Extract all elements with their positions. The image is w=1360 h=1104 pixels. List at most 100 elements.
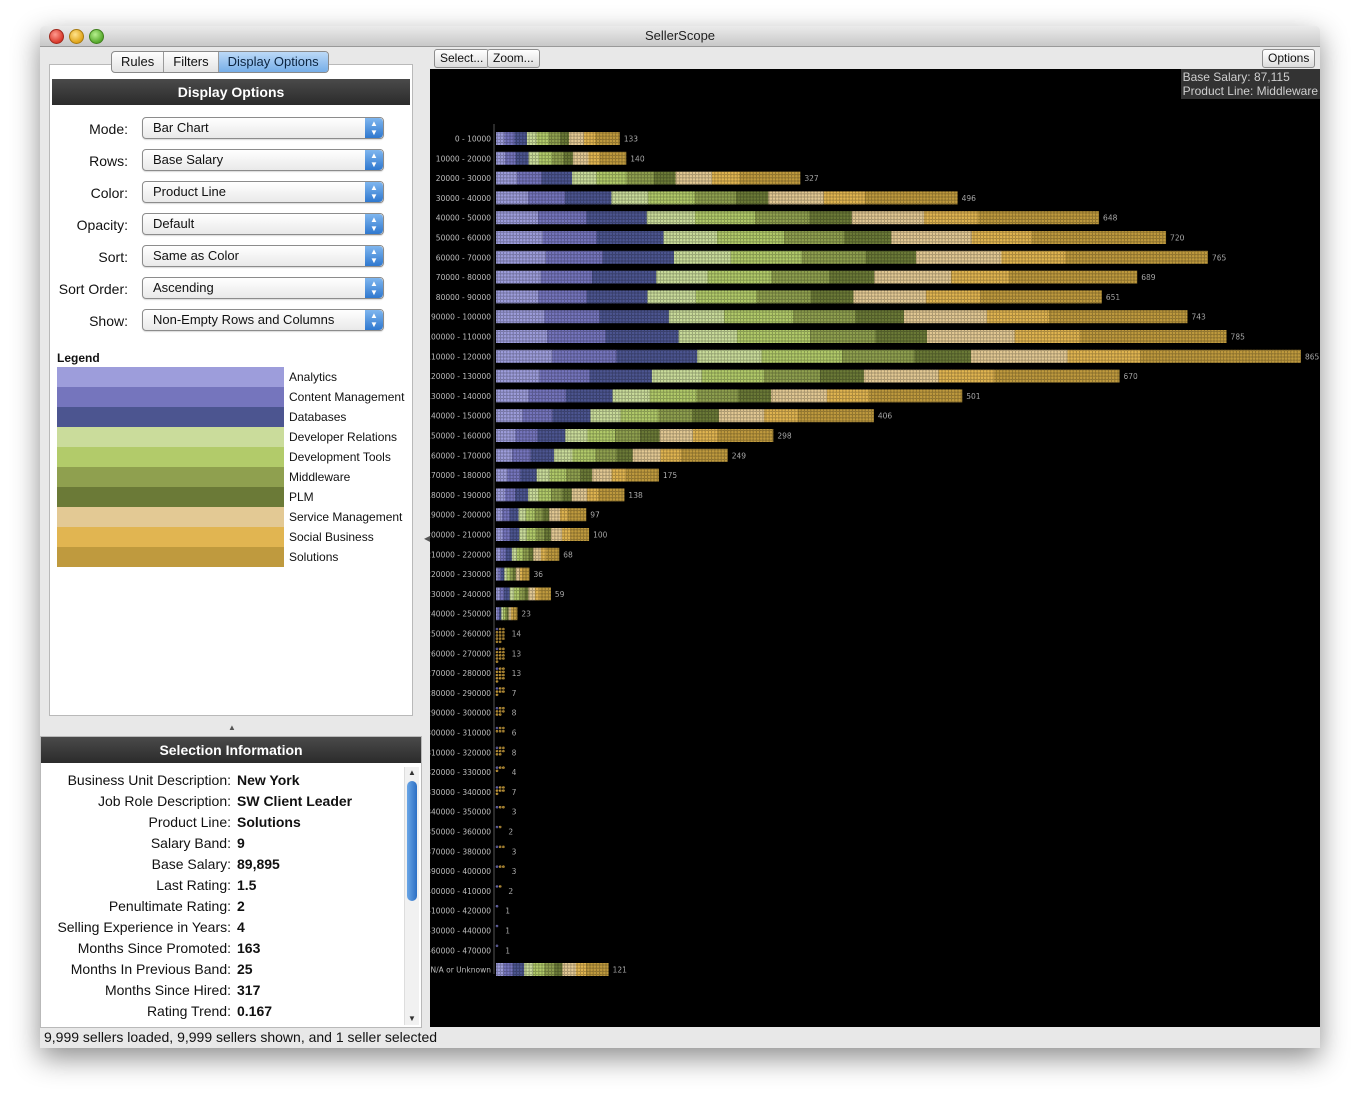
bar-segment[interactable]: [717, 231, 785, 244]
seller-dot[interactable]: [498, 657, 502, 660]
bar-row[interactable]: [495, 885, 502, 888]
bar-segment[interactable]: [519, 528, 527, 541]
bar-segment[interactable]: [586, 963, 609, 976]
bar-segment[interactable]: [681, 448, 728, 462]
bar-segment[interactable]: [533, 963, 545, 976]
bar-row[interactable]: [496, 349, 1301, 363]
bar-segment[interactable]: [519, 567, 523, 581]
bar-row[interactable]: [496, 468, 659, 482]
bar-segment[interactable]: [553, 448, 573, 462]
seller-dot[interactable]: [495, 670, 499, 674]
bar-segment[interactable]: [863, 369, 939, 383]
seller-dot[interactable]: [495, 749, 499, 753]
bar-segment[interactable]: [587, 488, 599, 502]
seller-dot[interactable]: [495, 845, 499, 849]
bar-segment[interactable]: [1049, 310, 1188, 324]
bar-row[interactable]: [496, 448, 728, 462]
bar-segment[interactable]: [970, 349, 1068, 363]
bar-row[interactable]: [496, 290, 1102, 304]
bar-row[interactable]: [495, 746, 505, 756]
bar-segment[interactable]: [565, 389, 613, 403]
tab-rules[interactable]: Rules: [112, 52, 165, 72]
scrollbar-thumb[interactable]: [407, 781, 417, 901]
bar-segment[interactable]: [569, 132, 584, 145]
bar-segment[interactable]: [673, 250, 731, 264]
bar-segment[interactable]: [505, 607, 508, 621]
seller-dot[interactable]: [502, 673, 505, 677]
bar-segment[interactable]: [570, 528, 590, 541]
bar-row[interactable]: [496, 528, 590, 541]
select-arrows-icon[interactable]: ▲ ▼: [365, 214, 383, 234]
bar-segment[interactable]: [507, 567, 511, 581]
bar-row[interactable]: [496, 547, 560, 561]
seller-dot[interactable]: [498, 713, 502, 716]
bar-segment[interactable]: [496, 349, 553, 363]
bar-row[interactable]: [495, 726, 505, 733]
bar-segment[interactable]: [595, 132, 620, 145]
bar-segment[interactable]: [802, 250, 867, 264]
bar-segment[interactable]: [496, 330, 548, 343]
bar-segment[interactable]: [496, 310, 545, 324]
bar-segment[interactable]: [504, 587, 510, 601]
bar-segment[interactable]: [572, 171, 597, 185]
bar-segment[interactable]: [536, 132, 550, 145]
scroll-down-arrow-icon[interactable]: ▼: [405, 1013, 419, 1025]
select-arrows-icon[interactable]: ▲ ▼: [365, 118, 383, 138]
bar-row[interactable]: [496, 567, 530, 581]
seller-dot[interactable]: [495, 687, 499, 690]
bar-segment[interactable]: [654, 171, 676, 185]
bar-segment[interactable]: [541, 171, 573, 185]
option-select[interactable]: Bar Chart ▲ ▼: [142, 117, 384, 139]
bar-segment[interactable]: [533, 547, 541, 561]
bar-segment[interactable]: [1032, 231, 1167, 244]
seller-dot[interactable]: [502, 653, 505, 657]
bar-segment[interactable]: [516, 547, 524, 561]
bar-segment[interactable]: [496, 409, 523, 423]
seller-dot[interactable]: [495, 690, 499, 693]
bar-segment[interactable]: [524, 963, 534, 976]
bar-segment[interactable]: [924, 211, 979, 225]
bar-segment[interactable]: [598, 488, 625, 502]
bar-segment[interactable]: [868, 389, 963, 403]
bar-segment[interactable]: [536, 528, 545, 541]
seller-dot[interactable]: [495, 789, 499, 792]
bar-segment[interactable]: [707, 270, 772, 284]
bar-segment[interactable]: [986, 310, 1050, 324]
bar-segment[interactable]: [549, 132, 561, 145]
select-arrows-icon[interactable]: ▲ ▼: [365, 246, 383, 266]
seller-dot[interactable]: [495, 885, 499, 888]
bar-segment[interactable]: [851, 211, 925, 225]
bar-segment[interactable]: [768, 191, 824, 205]
bar-segment[interactable]: [980, 290, 1102, 304]
seller-dot[interactable]: [502, 647, 505, 651]
bar-segment[interactable]: [519, 587, 525, 601]
bar-segment[interactable]: [592, 270, 657, 284]
bar-segment[interactable]: [771, 389, 828, 403]
bar-segment[interactable]: [663, 231, 718, 244]
seller-dot[interactable]: [498, 845, 502, 849]
seller-dot[interactable]: [498, 630, 502, 634]
seller-dot[interactable]: [495, 769, 499, 773]
bar-segment[interactable]: [978, 211, 1100, 225]
bar-segment[interactable]: [678, 330, 738, 343]
bar-segment[interactable]: [509, 587, 515, 601]
bar-segment[interactable]: [502, 528, 510, 541]
bar-segment[interactable]: [501, 607, 504, 621]
seller-dot[interactable]: [498, 647, 502, 651]
bar-segment[interactable]: [526, 132, 537, 145]
seller-dot[interactable]: [502, 746, 505, 750]
bar-segment[interactable]: [528, 151, 539, 165]
bar-segment[interactable]: [503, 963, 513, 976]
bar-segment[interactable]: [865, 191, 958, 205]
bar-segment[interactable]: [496, 290, 539, 304]
bar-segment[interactable]: [853, 290, 927, 304]
bar-segment[interactable]: [694, 191, 737, 205]
bar-segment[interactable]: [560, 508, 569, 522]
bar-segment[interactable]: [971, 231, 1033, 244]
seller-dot[interactable]: [498, 749, 502, 753]
seller-dot[interactable]: [502, 657, 505, 660]
bar-segment[interactable]: [668, 310, 725, 324]
seller-dot[interactable]: [498, 676, 502, 680]
bar-segment[interactable]: [539, 369, 590, 383]
bar-segment[interactable]: [496, 547, 501, 561]
